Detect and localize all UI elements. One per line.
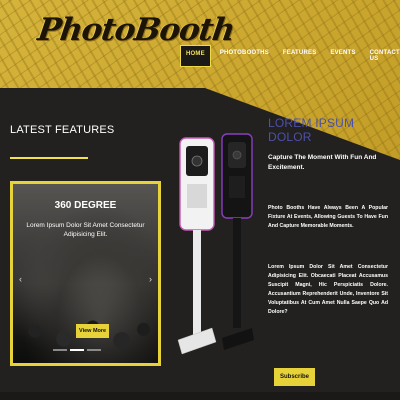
nav-item-home[interactable]: HOME (180, 45, 211, 67)
white-booth (177, 137, 217, 355)
slider-dot[interactable] (87, 349, 101, 351)
info-subtitle: Capture The Moment With Fun And Exciteme… (268, 154, 377, 171)
nav-item-contact[interactable]: CONTACT US (365, 45, 400, 67)
slider-dots (53, 349, 101, 351)
nav-item-photobooths[interactable]: PHOTOBOOTHS (215, 45, 274, 67)
latest-features-title: LATEST FEATURES (10, 124, 115, 136)
footer-strip (0, 392, 400, 400)
subscribe-button[interactable]: Subscribe (274, 368, 316, 386)
info-paragraph-1: Photo Booths Have Always Been A Popular … (268, 205, 388, 229)
chevron-left-icon[interactable]: ‹ (19, 274, 22, 284)
info-paragraph-2: Lorem Ipsum Dolor Sit Amet Consectetur A… (268, 264, 388, 315)
nav-item-features[interactable]: FEATURES (278, 45, 322, 67)
slide-photo (13, 283, 158, 363)
feature-slider[interactable]: 360 DEGREE Lorem Ipsum Dolor Sit Amet Co… (10, 181, 161, 366)
view-more-button[interactable]: View More (76, 324, 110, 338)
photobooth-image (172, 128, 257, 358)
nav-item-events[interactable]: EVENTS (325, 45, 360, 67)
slider-dot[interactable] (53, 349, 67, 351)
info-title: LOREM IPSUM DOLOR (268, 116, 355, 144)
photobooth-illustration (177, 133, 254, 355)
title-underline (10, 157, 88, 159)
site-logo[interactable]: PhotoBooth (35, 12, 236, 48)
page: PhotoBooth HOME PHOTOBOOTHS FEATURES EVE… (0, 0, 400, 400)
slider-dot-active[interactable] (70, 349, 84, 351)
main-nav: HOME PHOTOBOOTHS FEATURES EVENTS CONTACT… (180, 45, 400, 67)
black-booth (221, 133, 254, 350)
chevron-right-icon[interactable]: › (149, 274, 152, 284)
slide-title: 360 DEGREE (54, 200, 117, 211)
slide-subtitle: Lorem Ipsum Dolor Sit Amet Consectetur A… (26, 222, 145, 238)
